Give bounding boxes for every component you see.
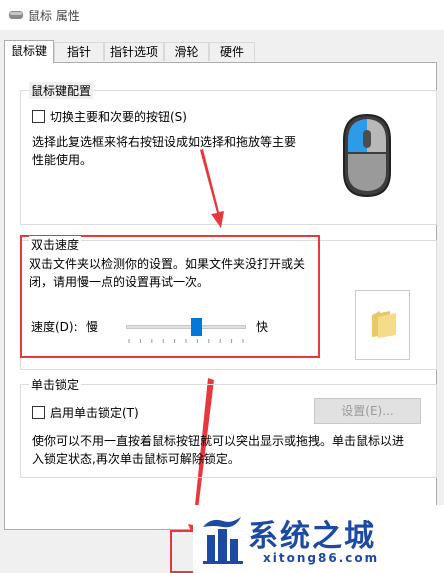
group-title: 单击锁定 <box>29 376 82 393</box>
click-lock-checkbox-row[interactable]: 启用单击锁定(T) <box>32 404 139 421</box>
speed-slider-track[interactable] <box>126 325 246 329</box>
speed-label: 速度(D): <box>31 320 78 334</box>
mouse-properties-icon <box>9 11 23 19</box>
click-lock-description: 使你可以不用一直按着鼠标按钮就可以突出显示或拖拽。单击鼠标以进 入锁定状态,再次… <box>32 434 405 466</box>
window-title: 鼠标 属性 <box>28 9 80 23</box>
annotation-arrow-icon <box>200 149 224 228</box>
fast-label: 快 <box>256 320 269 334</box>
switch-buttons-checkbox-row[interactable]: 切换主要和次要的按钮(S) <box>32 108 187 125</box>
tab-wheel[interactable]: 滑轮 <box>164 42 209 61</box>
watermark: 系统之城 xitong86.com <box>193 505 444 573</box>
tab-pointers[interactable]: 指针 <box>54 42 104 61</box>
watermark-url: xitong86.com <box>263 551 380 565</box>
double-click-test-area[interactable] <box>355 290 410 360</box>
click-lock-checkbox[interactable] <box>32 406 45 419</box>
speed-slider-thumb[interactable] <box>191 318 203 336</box>
folder-icon[interactable] <box>370 309 398 339</box>
tab-pointer-options[interactable]: 指针选项 <box>104 42 164 61</box>
tab-hardware[interactable]: 硬件 <box>209 42 255 61</box>
double-click-title: 双击速度 <box>29 236 82 253</box>
group-title: 鼠标键配置 <box>29 82 94 99</box>
city-logo-icon <box>203 517 243 564</box>
title-bar: 鼠标 属性 <box>0 0 444 30</box>
tab-buttons[interactable]: 鼠标键 <box>4 40 54 63</box>
double-click-description: 双击文件夹以检测你的设置。如果文件夹没打开或关 闭，请用慢一点的设置再试一次。 <box>29 257 306 289</box>
switch-buttons-checkbox[interactable] <box>32 110 45 123</box>
slow-label: 慢 <box>86 320 99 334</box>
switch-buttons-label: 切换主要和次要的按钮(S) <box>50 110 187 124</box>
mouse-icon <box>343 113 391 198</box>
slider-ticks <box>128 339 244 343</box>
button-config-description: 选择此复选框来将右按钮设成如选择和拖放等主要 性能使用。 <box>32 135 297 167</box>
click-lock-label: 启用单击锁定(T) <box>50 406 139 420</box>
watermark-brand: 系统之城 <box>248 519 376 554</box>
click-lock-settings-button[interactable]: 设置(E)... <box>314 398 421 424</box>
